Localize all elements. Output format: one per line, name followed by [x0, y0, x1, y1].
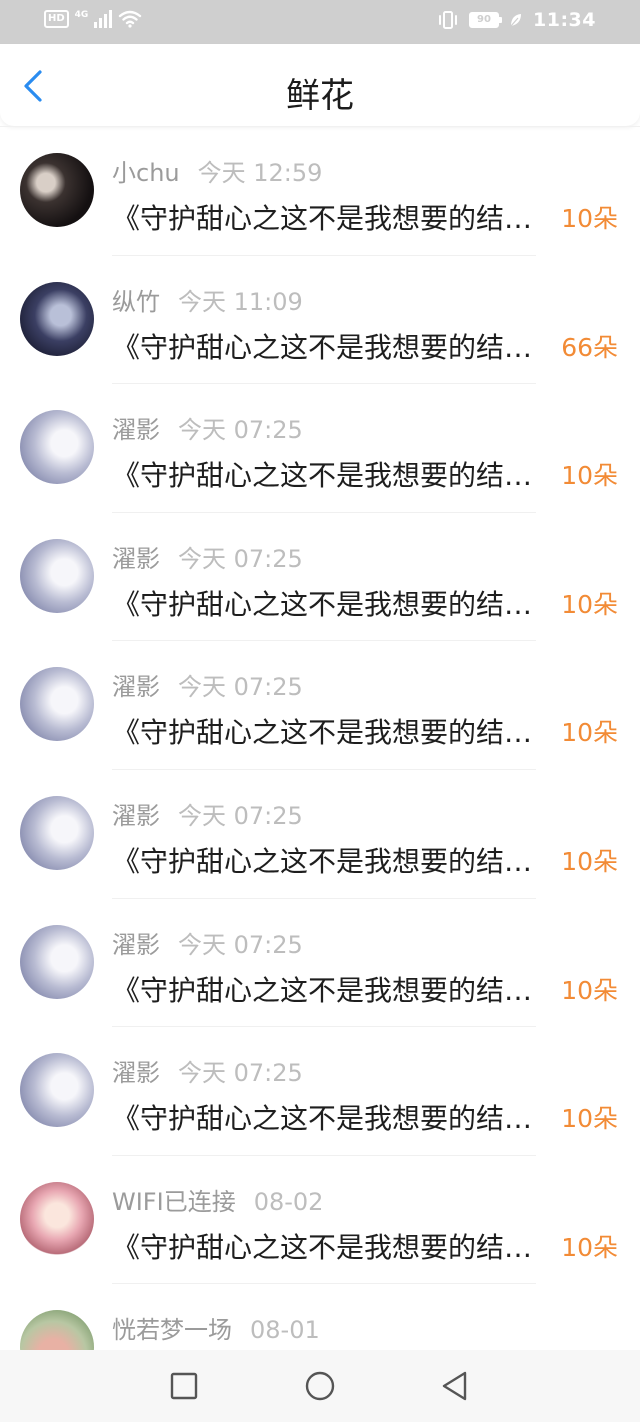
book-title: 《守护甜心之这不是我想要的结局》: [112, 587, 536, 621]
list-item[interactable]: 恍若梦一场 08-01: [0, 1284, 640, 1350]
user-name[interactable]: 濯影: [112, 796, 160, 831]
flower-count: 10朵: [561, 461, 618, 491]
navigation-bar: [0, 1350, 640, 1422]
item-meta: WIFI已连接 08-02: [112, 1182, 323, 1217]
list-item[interactable]: 濯影 今天 07:25 《守护甜心之这不是我想要的结局》 10朵: [0, 899, 640, 1028]
status-right: 90 11:34: [437, 9, 596, 31]
signal-icon: [94, 10, 113, 28]
book-title: 《守护甜心之这不是我想要的结局》: [112, 1102, 536, 1136]
list-item[interactable]: 濯影 今天 07:25 《守护甜心之这不是我想要的结局》 10朵: [0, 513, 640, 642]
book-title: 《守护甜心之这不是我想要的结局》: [112, 459, 536, 493]
item-meta: 濯影 今天 07:25: [112, 539, 303, 574]
page-title: 鲜花: [286, 76, 354, 116]
flower-count: 66朵: [561, 332, 618, 362]
list-item[interactable]: 濯影 今天 07:25 《守护甜心之这不是我想要的结局》 10朵: [0, 1027, 640, 1156]
home-button[interactable]: [302, 1368, 338, 1404]
book-title: 《守护甜心之这不是我想要的结局》: [112, 1230, 536, 1264]
avatar[interactable]: [20, 1310, 94, 1350]
list-item[interactable]: 濯影 今天 07:25 《守护甜心之这不是我想要的结局》 10朵: [0, 641, 640, 770]
status-left: HD 4G: [44, 10, 142, 28]
avatar[interactable]: [20, 410, 94, 485]
circle-icon: [305, 1371, 335, 1401]
flower-count: 10朵: [561, 846, 618, 876]
user-name[interactable]: WIFI已连接: [112, 1182, 236, 1217]
book-title: 《守护甜心之这不是我想要的结局》: [112, 716, 536, 750]
list-item[interactable]: 濯影 今天 07:25 《守护甜心之这不是我想要的结局》 10朵: [0, 770, 640, 899]
flower-count: 10朵: [561, 204, 618, 233]
flower-count: 10朵: [561, 975, 618, 1005]
flower-count: 10朵: [561, 1104, 618, 1134]
item-meta: 濯影 今天 07:25: [112, 410, 303, 445]
hd-badge: HD: [44, 10, 69, 28]
avatar[interactable]: [20, 1053, 94, 1128]
timestamp: 今天 07:25: [178, 1059, 303, 1088]
leaf-icon: [510, 14, 522, 27]
user-name[interactable]: 纵竹: [112, 282, 160, 317]
list-item[interactable]: 纵竹 今天 11:09 《守护甜心之这不是我想要的结局》 66朵: [0, 256, 640, 385]
user-name[interactable]: 濯影: [112, 1053, 160, 1088]
item-meta: 恍若梦一场 08-01: [112, 1310, 320, 1345]
avatar[interactable]: [20, 538, 94, 613]
user-name[interactable]: 濯影: [112, 667, 160, 702]
item-meta: 濯影 今天 07:25: [112, 796, 303, 831]
user-name[interactable]: 恍若梦一场: [112, 1310, 232, 1345]
flower-list[interactable]: 小chu 今天 12:59 《守护甜心之这不是我想要的结局》 10朵 纵竹 今天 11:0…: [0, 126, 640, 1350]
item-meta: 濯影 今天 07:25: [112, 1053, 303, 1088]
book-title: 《守护甜心之这不是我想要的结局》: [112, 330, 536, 364]
vibrate-icon: [439, 11, 458, 29]
timestamp: 08-01: [250, 1316, 320, 1345]
list-item[interactable]: 濯影 今天 07:25 《守护甜心之这不是我想要的结局》 10朵: [0, 384, 640, 513]
avatar[interactable]: [20, 1181, 94, 1256]
flower-count: 10朵: [561, 1232, 618, 1262]
flower-count: 10朵: [561, 718, 618, 748]
battery-icon: 90: [469, 12, 503, 28]
square-icon: [170, 1372, 198, 1400]
item-meta: 濯影 今天 07:25: [112, 667, 303, 702]
item-meta: 小chu 今天 12:59: [112, 153, 322, 188]
system-back-button[interactable]: [437, 1368, 473, 1404]
avatar[interactable]: [20, 281, 94, 356]
timestamp: 今天 07:25: [178, 673, 303, 702]
book-title: 《守护甜心之这不是我想要的结局》: [112, 973, 536, 1007]
item-meta: 濯影 今天 07:25: [112, 925, 303, 960]
timestamp: 今天 07:25: [178, 930, 303, 959]
clock: 11:34: [533, 9, 596, 31]
avatar[interactable]: [20, 924, 94, 999]
user-name[interactable]: 濯影: [112, 925, 160, 960]
user-name[interactable]: 小chu: [112, 153, 180, 188]
network-type: 4G: [74, 10, 89, 20]
list-item[interactable]: 小chu 今天 12:59 《守护甜心之这不是我想要的结局》 10朵: [0, 127, 640, 256]
timestamp: 今天 07:25: [178, 544, 303, 573]
header: 鲜花: [0, 44, 640, 126]
wifi-icon: [119, 10, 142, 28]
status-bar: HD 4G 90 11:34: [0, 0, 640, 44]
item-meta: 纵竹 今天 11:09: [112, 282, 303, 317]
triangle-back-icon: [442, 1371, 467, 1401]
avatar[interactable]: [20, 153, 94, 227]
avatar[interactable]: [20, 667, 94, 742]
timestamp: 今天 11:09: [178, 287, 303, 316]
list-item[interactable]: WIFI已连接 08-02 《守护甜心之这不是我想要的结局》 10朵: [0, 1156, 640, 1285]
flower-count: 10朵: [561, 589, 618, 619]
book-title: 《守护甜心之这不是我想要的结局》: [112, 202, 536, 235]
avatar[interactable]: [20, 795, 94, 870]
book-title: 《守护甜心之这不是我想要的结局》: [112, 844, 536, 878]
user-name[interactable]: 濯影: [112, 410, 160, 445]
timestamp: 08-02: [253, 1187, 324, 1216]
timestamp: 今天 12:59: [197, 159, 323, 187]
timestamp: 今天 07:25: [178, 801, 303, 830]
timestamp: 今天 07:25: [178, 416, 303, 445]
recent-apps-button[interactable]: [166, 1368, 202, 1404]
user-name[interactable]: 濯影: [112, 539, 160, 574]
